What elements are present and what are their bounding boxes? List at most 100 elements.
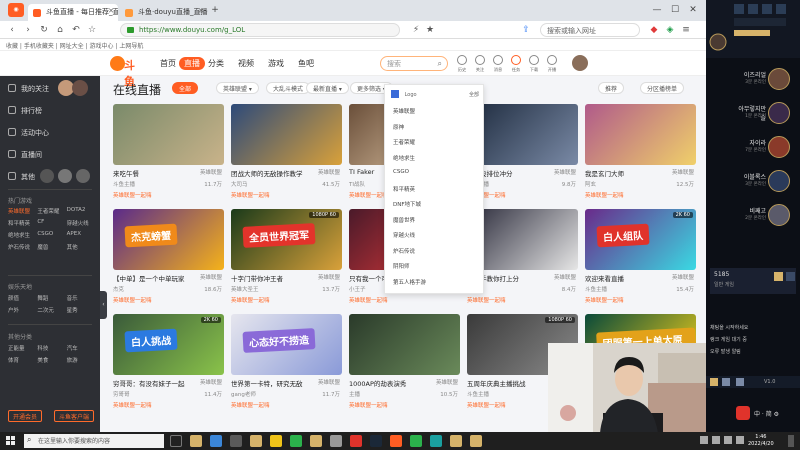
undo-icon[interactable]: ↶ [70, 24, 82, 36]
filter-chip-all[interactable]: 全部 [172, 82, 199, 94]
filter-chip-latest[interactable]: 最新直播 ▾ [306, 82, 349, 94]
room-tag[interactable]: 英雄联盟一起嗨 [231, 191, 270, 199]
suggestion-item[interactable]: 绝地求生 [393, 154, 415, 162]
live-button[interactable]: 开播 [545, 55, 559, 73]
nav-game[interactable]: 游戏 [268, 58, 284, 69]
sidebar-category-link[interactable]: 和平精英 [8, 219, 37, 227]
filter-chip-recommend[interactable]: 推荐 [598, 82, 625, 94]
room-category[interactable]: 英雄联盟 [200, 273, 222, 281]
live-room-card[interactable]: 团战大师的无敌操作教学 英雄联盟 大司马 41.5万 英雄联盟一起嗨 [231, 104, 342, 202]
room-thumbnail[interactable]: 杰克螃蟹 [113, 209, 224, 270]
room-title[interactable]: 欢迎来看直播 [585, 273, 667, 283]
live-room-card[interactable]: 杰克螃蟹 【中单】是一个中单玩家 英雄联盟 杰克 18.6万 英雄联盟一起嗨 [113, 209, 224, 307]
filter-chip-lol[interactable]: 英雄联盟 ▾ [216, 82, 259, 94]
avatar[interactable] [40, 169, 54, 183]
avatar[interactable] [58, 169, 72, 183]
sidebar-item-ranking[interactable]: 排行榜 [8, 106, 42, 116]
sidebar-category-link[interactable]: 其他 [67, 243, 96, 251]
file-explorer-icon[interactable] [270, 435, 282, 447]
room-tag[interactable]: 英雄联盟一起嗨 [231, 296, 270, 304]
sidebar-category-link[interactable]: 舞蹈 [37, 294, 66, 302]
star-icon[interactable]: ☆ [86, 24, 98, 36]
app-icon[interactable] [330, 435, 342, 447]
sogou-ime-icon[interactable] [736, 406, 750, 420]
room-tag[interactable]: 英雄联盟一起嗨 [467, 401, 506, 409]
bookmark-icon[interactable]: ★ [424, 24, 436, 36]
share-icon[interactable]: ⇪ [520, 24, 532, 36]
nav-home[interactable]: 首页 [160, 58, 176, 69]
sidebar-item-other[interactable]: 其他 [8, 172, 35, 182]
browser-logo-icon[interactable]: ◉ [8, 3, 24, 17]
browser-search-field[interactable]: 搜索或输入网址 [540, 23, 640, 37]
sidebar-category-link[interactable]: 正能量 [8, 344, 37, 352]
room-thumbnail[interactable]: 白人挑战 2K 60 [113, 314, 224, 375]
history-button[interactable]: 历史 [455, 55, 469, 73]
streamer-name[interactable]: 主播 [349, 390, 360, 398]
settings-icon[interactable] [786, 272, 795, 281]
sidebar-category-link[interactable]: 二次元 [37, 306, 66, 314]
room-title[interactable]: 穷哥哥：有没有妹子一起 [113, 378, 195, 388]
ime-icon[interactable] [736, 436, 744, 444]
collapse-sidebar-icon[interactable]: ‹ [100, 291, 107, 319]
download-button[interactable]: 下载 [527, 55, 541, 73]
room-thumbnail[interactable]: 白人组队 2K 60 [585, 209, 696, 270]
streamer-name[interactable]: 阿玄 [585, 180, 596, 188]
room-tag[interactable]: 英雄联盟一起嗨 [585, 191, 624, 199]
room-category[interactable]: 英雄联盟 [318, 378, 340, 386]
voice-icon[interactable] [722, 378, 730, 386]
back-icon[interactable]: ‹ [6, 24, 18, 36]
live-room-card[interactable]: 1000AP的劫表演秀 英雄联盟 主播 10.5万 英雄联盟一起嗨 [349, 314, 460, 412]
refresh-icon[interactable]: ↻ [38, 24, 50, 36]
room-tag[interactable]: 英雄联盟一起嗨 [349, 296, 388, 304]
taskbar-search-input[interactable]: ⌕ 在这里输入你要搜索的内容 [24, 434, 164, 448]
streamer-name[interactable]: 小王子 [349, 285, 366, 293]
chrome-icon[interactable] [210, 435, 222, 447]
room-title[interactable]: 十字门带你冲王者 [231, 273, 313, 283]
live-room-card[interactable]: 心态好不捞造 世界第一卡特，研究无敌 英雄联盟 gang老师 11.7万 英雄联… [231, 314, 342, 412]
streamer-name[interactable]: 斗鱼主播 [113, 180, 135, 188]
user-avatar[interactable] [572, 55, 588, 71]
clock[interactable]: 1:46 2022/4/20 [748, 434, 774, 448]
sidebar-item-room[interactable]: 直播间 [8, 150, 42, 160]
suggestion-item[interactable]: 王者荣耀 [393, 138, 415, 146]
task-button[interactable]: 任务 [509, 55, 523, 73]
sidebar-category-link[interactable]: 英雄联盟 [8, 207, 37, 215]
suggestion-item[interactable]: 和平精英 [393, 185, 415, 193]
douyu-logo[interactable]: 斗鱼 [110, 56, 144, 88]
league-icon[interactable] [450, 435, 462, 447]
follow-button[interactable]: 关注 [473, 55, 487, 73]
streamer-name[interactable]: 英雄大圣王 [231, 285, 259, 293]
suggestion-item[interactable]: 第五人格手游 [393, 278, 426, 286]
sidebar-category-link[interactable]: 炉石传说 [8, 243, 37, 251]
streamer-name[interactable]: TI战队 [349, 180, 365, 188]
suggestion-item[interactable]: 阴阳师 [393, 262, 410, 270]
suggestion-item[interactable]: 原神 [393, 123, 404, 131]
sidebar-category-link[interactable]: 绝地求生 [8, 231, 37, 239]
room-category[interactable]: 英雄联盟 [200, 168, 222, 176]
shield-icon[interactable]: ◈ [664, 24, 676, 36]
suggestion-item[interactable]: DNF地下城 [393, 200, 421, 208]
room-thumbnail[interactable]: 全员世界冠军 1080P 60 [231, 209, 342, 270]
room-category[interactable]: 英雄联盟 [318, 273, 340, 281]
suggestion-item[interactable]: 穿越火线 [393, 231, 415, 239]
room-tag[interactable]: 英雄联盟一起嗨 [113, 401, 152, 409]
room-thumbnail[interactable] [585, 104, 696, 165]
windows-start-icon[interactable] [6, 436, 16, 446]
room-title[interactable]: 来吃午餐 [113, 168, 195, 178]
app-icon[interactable] [410, 435, 422, 447]
suggestion-item[interactable]: 炉石传说 [393, 247, 415, 255]
close-tab-icon[interactable]: ✕ [198, 7, 204, 15]
room-title[interactable]: 世界第一卡特，研究无敌 [231, 378, 313, 388]
task-view-icon[interactable] [170, 435, 182, 447]
chat-icon[interactable] [710, 378, 718, 386]
room-category[interactable]: 英雄联盟 [318, 168, 340, 176]
network-icon[interactable] [712, 436, 720, 444]
room-title[interactable]: 我是玄门大师 [585, 168, 667, 178]
wechat-icon[interactable] [290, 435, 302, 447]
live-room-card[interactable]: 全员世界冠军 1080P 60 十字门带你冲王者 英雄联盟 英雄大圣王 13.7万… [231, 209, 342, 307]
sidebar-category-link[interactable]: 汽车 [67, 344, 96, 352]
room-tag[interactable]: 英雄联盟一起嗨 [585, 296, 624, 304]
room-thumbnail[interactable] [349, 314, 460, 375]
league-client-icon[interactable] [190, 435, 202, 447]
tab-douyu-lol[interactable]: 斗鱼·douyu直播_直播 ✕ [120, 4, 208, 21]
